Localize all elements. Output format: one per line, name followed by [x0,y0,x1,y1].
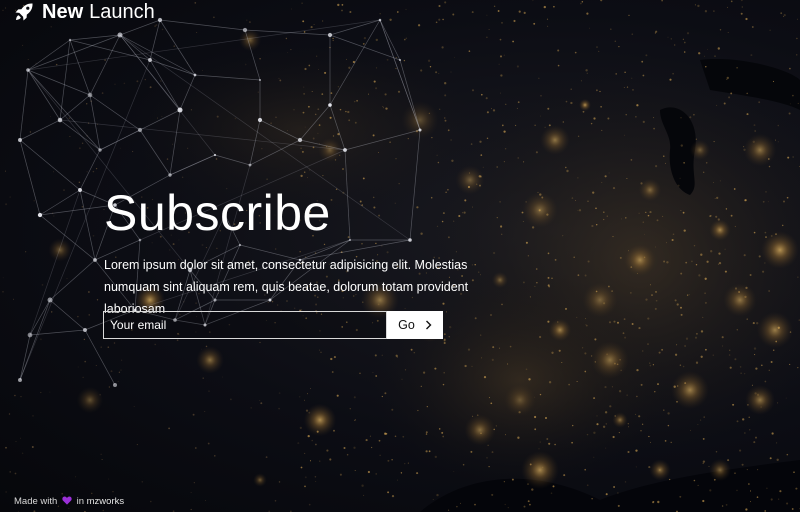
brand-name[interactable]: New Launch [42,1,155,23]
made-with-text: Made with [14,496,58,507]
brand-bold: New [42,1,84,23]
landing-page: New Launch Subscribe Lorem ipsum dolor si… [0,0,800,512]
go-button-label: Go [398,318,415,332]
in-text: in [76,496,84,507]
subscribe-form: Go [103,311,443,339]
rocket-icon [15,3,33,21]
site-header: New Launch [14,0,155,24]
footer-credit: Made with in mzworks [14,496,124,508]
brand-light: Launch [89,1,155,23]
heart-icon [62,496,72,505]
author-link[interactable]: mzworks [87,496,124,507]
page-title: Subscribe [104,185,331,241]
go-button[interactable]: Go [387,311,443,339]
email-input[interactable] [103,311,387,339]
hero-section: Subscribe Lorem ipsum dolor sit amet, co… [104,184,524,320]
chevron-right-icon [425,320,432,330]
